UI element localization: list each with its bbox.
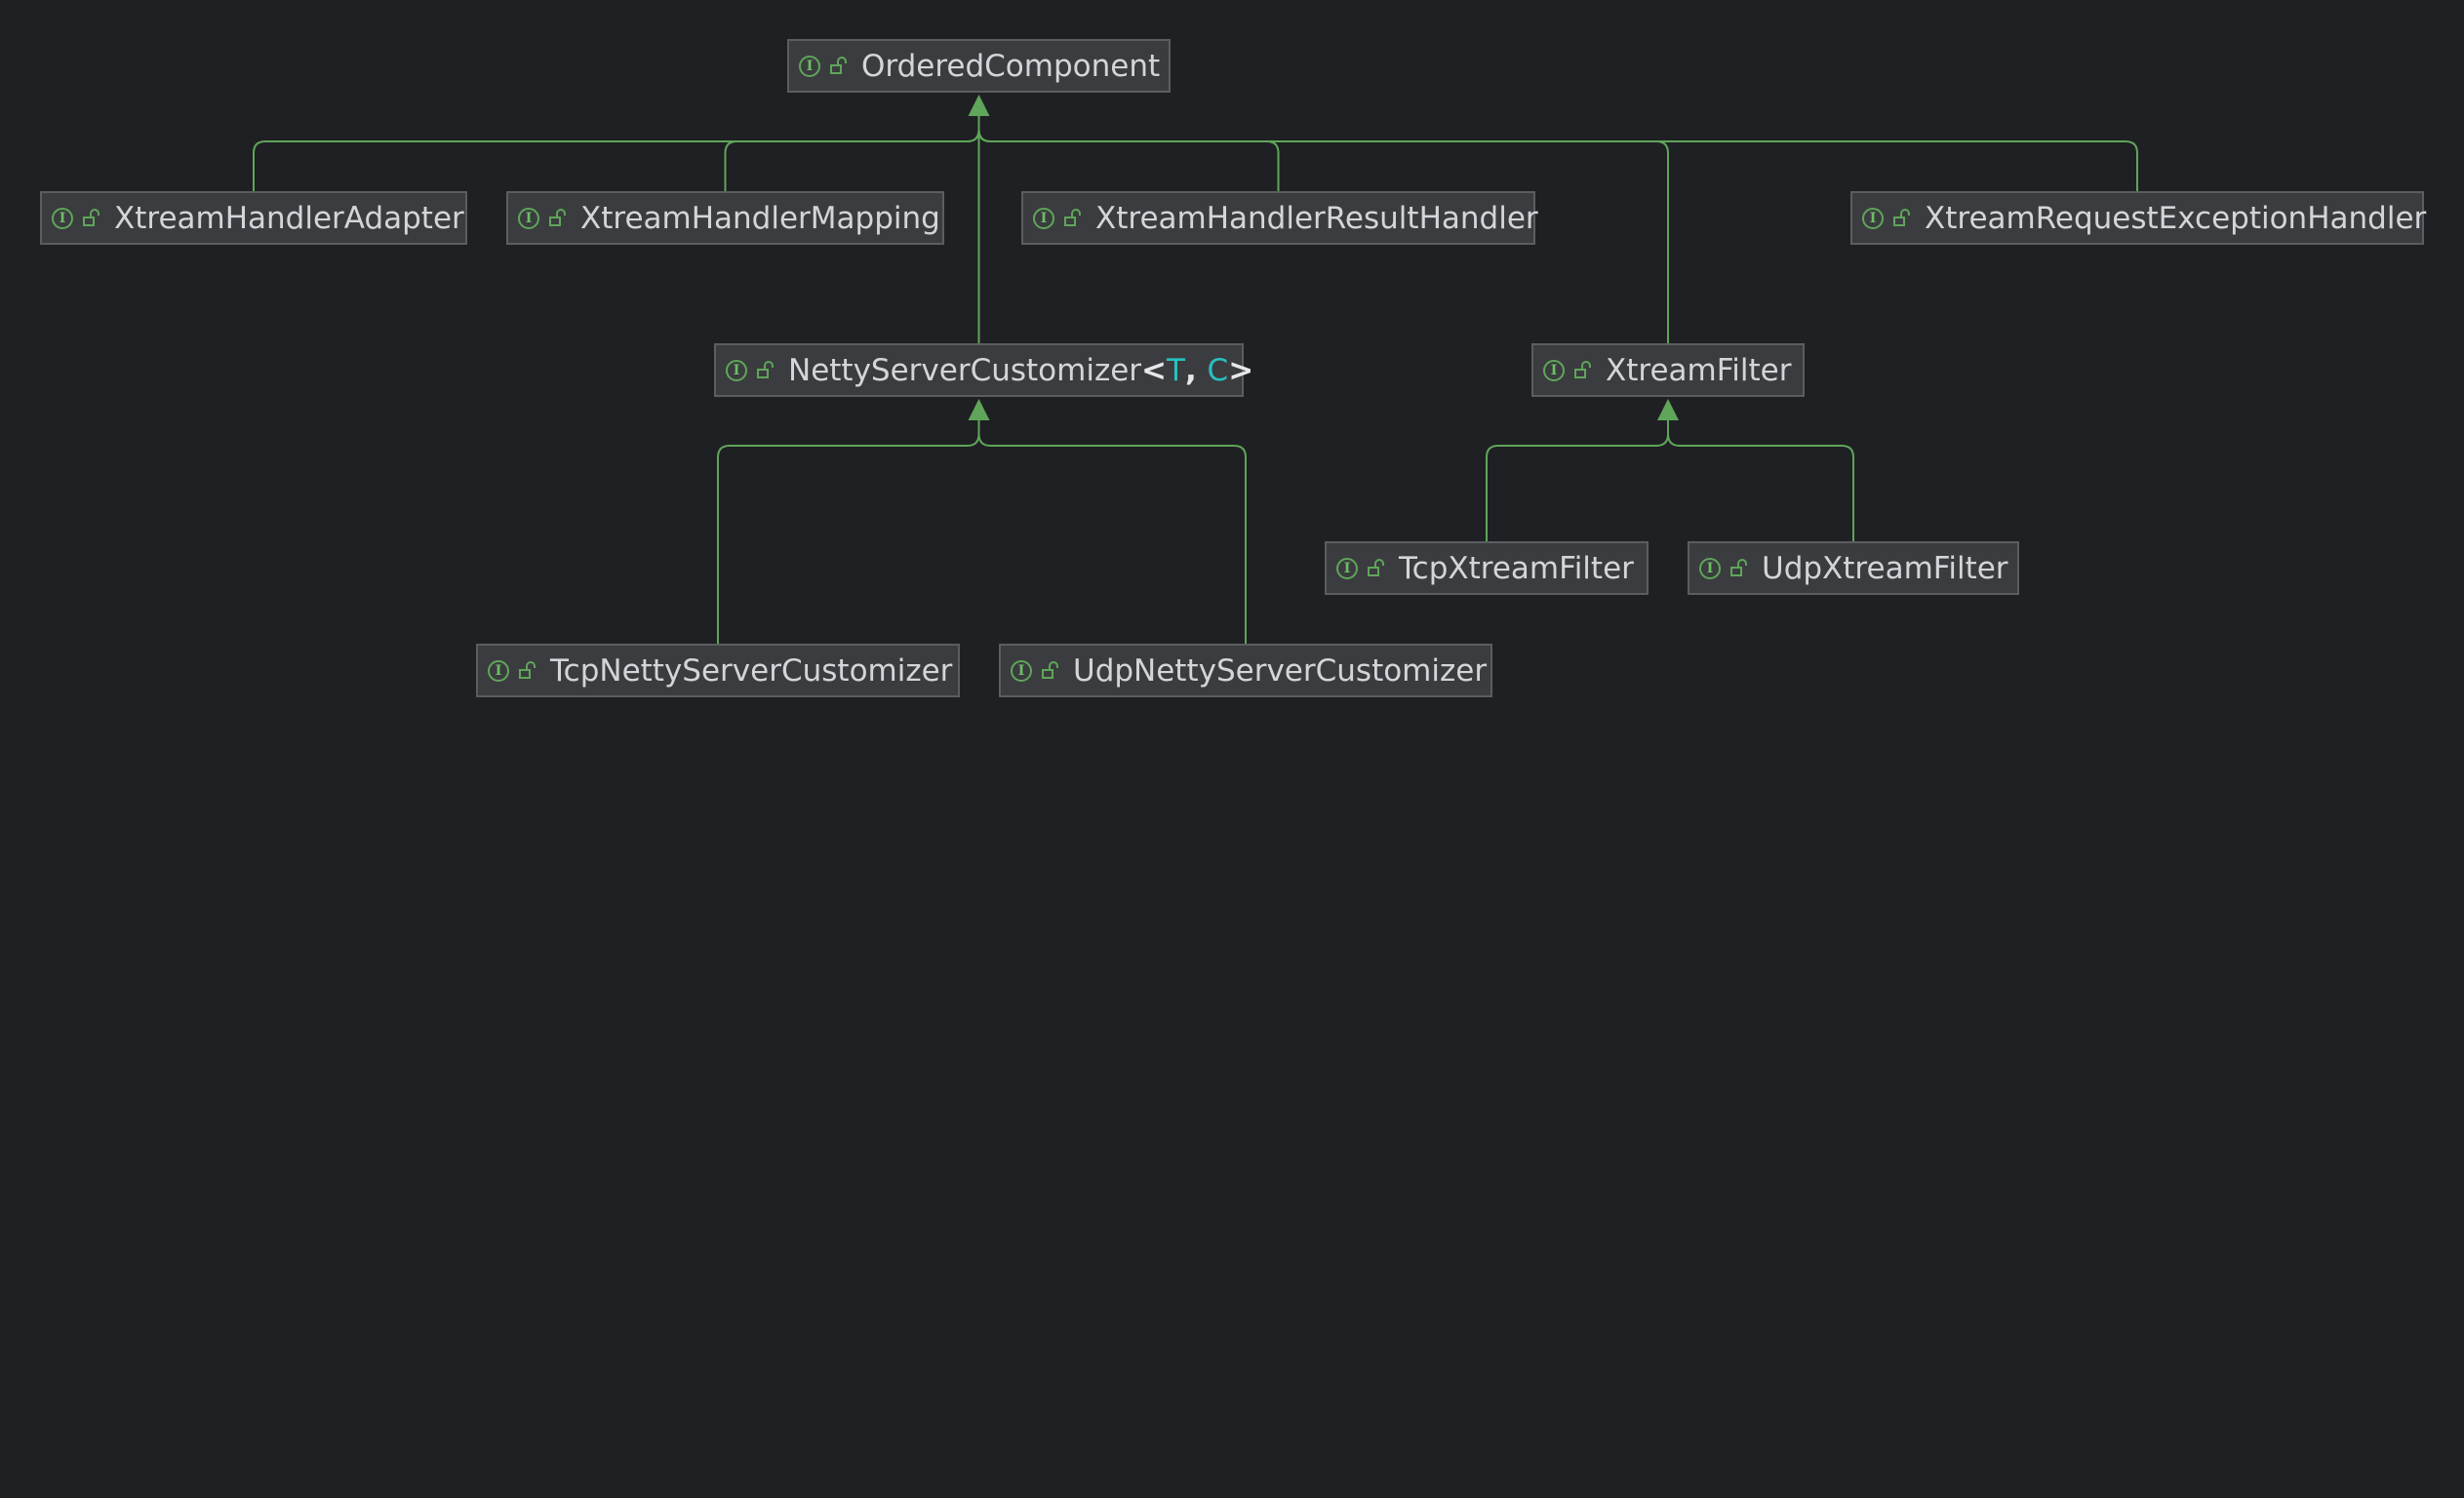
type-param-c: C [1207,352,1229,388]
inheritance-arrowhead [1657,399,1679,420]
public-visibility-icon [549,208,566,226]
node-label: UdpNettyServerCustomizer [1073,652,1488,689]
node-label: XtreamFilter [1606,352,1792,388]
public-visibility-icon [830,56,847,74]
node-xtream-filter[interactable]: I XtreamFilter [1531,343,1805,397]
public-visibility-icon [83,208,99,226]
interface-icon: I [799,55,820,77]
public-visibility-icon [519,660,536,679]
public-visibility-icon [1893,208,1910,226]
node-label: UdpXtreamFilter [1762,550,2008,586]
inheritance-edge [1667,418,1854,541]
interface-icon: I [52,207,73,229]
node-label: XtreamHandlerResultHandler [1095,200,1538,236]
node-udp-xtream-filter[interactable]: I UdpXtreamFilter [1688,541,2019,595]
interface-icon: I [1699,557,1721,579]
inheritance-arrowhead [968,399,990,420]
node-udp-netty-server-customizer[interactable]: I UdpNettyServerCustomizer [999,644,1492,697]
inheritance-edge [717,418,980,644]
node-label-name: NettyServerCustomizer [788,352,1142,388]
node-label: TcpNettyServerCustomizer [550,652,953,689]
interface-icon: I [1011,659,1032,682]
generic-open: < [1141,352,1168,388]
inheritance-edge [1486,418,1669,541]
public-visibility-icon [1730,558,1747,576]
interface-icon: I [1543,359,1565,381]
inheritance-edge [977,418,1247,644]
node-label: XtreamRequestExceptionHandler [1925,200,2427,236]
diagram-canvas: I OrderedComponent I XtreamHandlerAdapte… [0,0,2464,1498]
public-visibility-icon [1042,660,1058,679]
generic-close: > [1228,352,1254,388]
inheritance-arrowhead [968,95,990,116]
node-tcp-xtream-filter[interactable]: I TcpXtreamFilter [1325,541,1649,595]
node-label: OrderedComponent [861,48,1161,84]
interface-icon: I [1033,207,1054,229]
inheritance-edge [253,114,980,191]
node-label: TcpXtreamFilter [1399,550,1634,586]
node-xtream-request-exception-handler[interactable]: I XtreamRequestExceptionHandler [1850,191,2427,245]
interface-icon: I [488,659,509,682]
node-label: XtreamHandlerAdapter [114,200,464,236]
node-xtream-handler-adapter[interactable]: I XtreamHandlerAdapter [40,191,467,245]
interface-icon: I [726,359,747,381]
public-visibility-icon [1064,208,1081,226]
interface-icon: I [1336,557,1358,579]
public-visibility-icon [1574,360,1591,378]
inheritance-edge [977,114,1280,191]
public-visibility-icon [757,360,774,378]
node-ordered-component[interactable]: I OrderedComponent [787,39,1171,93]
node-label: NettyServerCustomizer<T, C> [788,353,1253,388]
interface-icon: I [518,207,539,229]
inheritance-edge [724,114,980,191]
node-xtream-handler-result-handler[interactable]: I XtreamHandlerResultHandler [1021,191,1538,245]
generic-separator: , [1184,352,1208,388]
public-visibility-icon [1368,558,1384,576]
type-param-t: T [1167,352,1185,388]
node-netty-server-customizer[interactable]: I NettyServerCustomizer<T, C> [714,343,1253,397]
inheritance-edge [977,114,2138,191]
node-label: XtreamHandlerMapping [580,200,940,236]
node-xtream-handler-mapping[interactable]: I XtreamHandlerMapping [506,191,944,245]
interface-icon: I [1862,207,1884,229]
node-tcp-netty-server-customizer[interactable]: I TcpNettyServerCustomizer [476,644,960,697]
